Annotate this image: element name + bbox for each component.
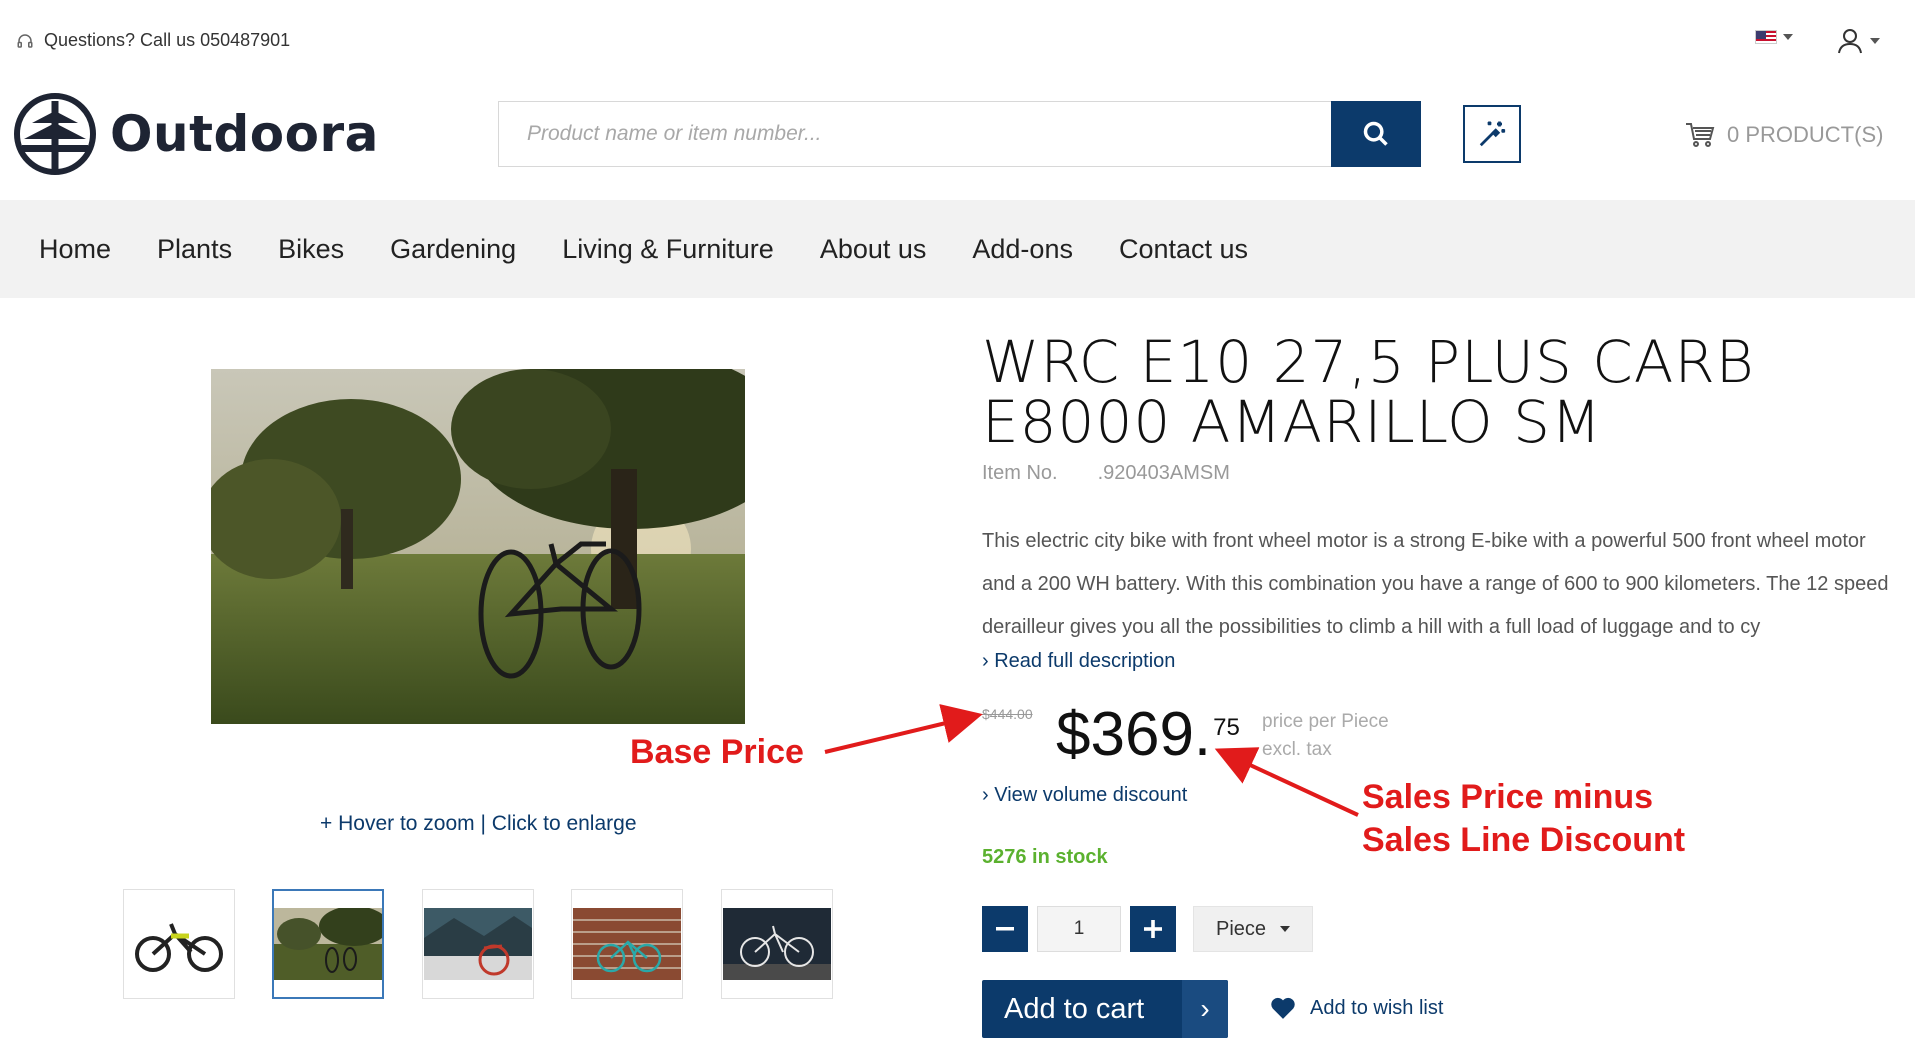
- price-main: $369.: [1056, 700, 1212, 769]
- nav-item-contact-us[interactable]: Contact us: [1119, 234, 1248, 265]
- nav-item-gardening[interactable]: Gardening: [390, 234, 516, 265]
- item-number-value: .920403AMSM: [1097, 462, 1230, 484]
- base-price: $444.00: [982, 706, 1033, 722]
- view-volume-discount-link[interactable]: › View volume discount: [982, 784, 1187, 807]
- chevron-down-icon: [1870, 38, 1880, 44]
- quantity-input[interactable]: [1037, 906, 1121, 952]
- add-to-wishlist-link[interactable]: Add to wish list: [1270, 996, 1443, 1020]
- nav-item-plants[interactable]: Plants: [157, 234, 232, 265]
- heart-icon: [1271, 997, 1295, 1019]
- chevron-right-icon: ›: [1182, 980, 1228, 1038]
- search-bar: [498, 101, 1421, 167]
- price-per-unit-text: price per Piece: [1262, 711, 1389, 732]
- thumbnail-4[interactable]: [571, 889, 683, 999]
- add-to-cart-label: Add to cart: [1004, 992, 1145, 1025]
- annotation-base-price: Base Price: [630, 733, 804, 771]
- quantity-increase-button[interactable]: [1130, 906, 1176, 952]
- road-bike-dark-thumbnail-image: [723, 908, 831, 980]
- price-cents: 75: [1213, 714, 1240, 741]
- add-to-cart-button[interactable]: Add to cart ›: [982, 980, 1228, 1038]
- minus-icon: [996, 927, 1014, 931]
- zoom-hint[interactable]: + Hover to zoom | Click to enlarge: [320, 812, 637, 836]
- thumbnail-3[interactable]: [422, 889, 534, 999]
- bike-in-park-image: [211, 369, 745, 724]
- base-price-arrow: [824, 704, 983, 754]
- nav-item-add-ons[interactable]: Add-ons: [972, 234, 1073, 265]
- stock-status: 5276 in stock: [982, 846, 1108, 868]
- account-menu[interactable]: [1838, 28, 1880, 54]
- logo-text: Outdoora: [110, 105, 379, 163]
- add-to-wishlist-label: Add to wish list: [1310, 996, 1444, 1019]
- cart-icon: [1686, 123, 1715, 147]
- us-flag-icon: [1755, 30, 1777, 44]
- nav-item-living-furniture[interactable]: Living & Furniture: [562, 234, 774, 265]
- headset-icon: [17, 33, 33, 48]
- nav-item-about-us[interactable]: About us: [820, 234, 927, 265]
- annotation-sales-line-1: Sales Price minus: [1362, 778, 1654, 816]
- nav-item-bikes[interactable]: Bikes: [278, 234, 344, 265]
- product-main-image[interactable]: [211, 369, 745, 724]
- bike-park-thumbnail-image: [274, 908, 382, 980]
- main-navigation: Home Plants Bikes Gardening Living & Fur…: [0, 200, 1915, 298]
- magic-wand-icon: [1479, 121, 1506, 147]
- product-title-line-2: E8000 AMARILLO SM: [982, 388, 1602, 456]
- sales-price: $369. 75: [1056, 700, 1240, 770]
- quick-order-button[interactable]: [1463, 105, 1521, 163]
- item-number: Item No. .920403AMSM: [982, 462, 1230, 485]
- annotation-sales-price: Sales Price minus Sales Line Discount: [1362, 776, 1685, 862]
- thumbnail-2[interactable]: [272, 889, 384, 999]
- quantity-decrease-button[interactable]: [982, 906, 1028, 952]
- search-button[interactable]: [1331, 101, 1421, 167]
- unit-select[interactable]: Piece: [1193, 906, 1313, 952]
- logo[interactable]: Outdoora: [14, 93, 379, 175]
- annotation-sales-line-2: Sales Line Discount: [1362, 821, 1686, 859]
- user-icon: [1838, 29, 1862, 54]
- nav-item-home[interactable]: Home: [39, 234, 111, 265]
- language-selector[interactable]: [1755, 30, 1793, 44]
- mountain-bike-thumbnail-image: [424, 908, 532, 980]
- unit-select-value: Piece: [1215, 917, 1267, 940]
- chevron-down-icon: [1280, 926, 1291, 932]
- product-title: WRC E10 27,5 PLUS CARB E8000 AMARILLO SM: [982, 332, 1882, 452]
- chevron-down-icon: [1783, 34, 1793, 40]
- ebike-thumbnail-image: [135, 923, 223, 972]
- search-icon: [1363, 121, 1388, 146]
- logo-icon: [14, 93, 96, 175]
- tax-note-text: excl. tax: [1262, 739, 1332, 760]
- read-full-description-link[interactable]: › Read full description: [982, 650, 1175, 673]
- product-description: This electric city bike with front wheel…: [982, 530, 1889, 638]
- cart-count-text: 0 PRODUCT(S): [1727, 122, 1884, 147]
- support-phone: Questions? Call us 050487901: [16, 30, 290, 51]
- item-number-label: Item No.: [982, 462, 1058, 484]
- plus-icon: [1144, 920, 1162, 938]
- bike-brick-wall-thumbnail-image: [573, 908, 681, 980]
- thumbnail-1[interactable]: [123, 889, 235, 999]
- search-input[interactable]: [499, 102, 1331, 166]
- thumbnail-5[interactable]: [721, 889, 833, 999]
- price-note: price per Piece excl. tax: [1262, 708, 1389, 764]
- product-title-line-1: WRC E10 27,5 PLUS CARB: [982, 328, 1755, 396]
- support-phone-text: Questions? Call us 050487901: [44, 30, 291, 50]
- cart-link[interactable]: 0 PRODUCT(S): [1685, 122, 1883, 148]
